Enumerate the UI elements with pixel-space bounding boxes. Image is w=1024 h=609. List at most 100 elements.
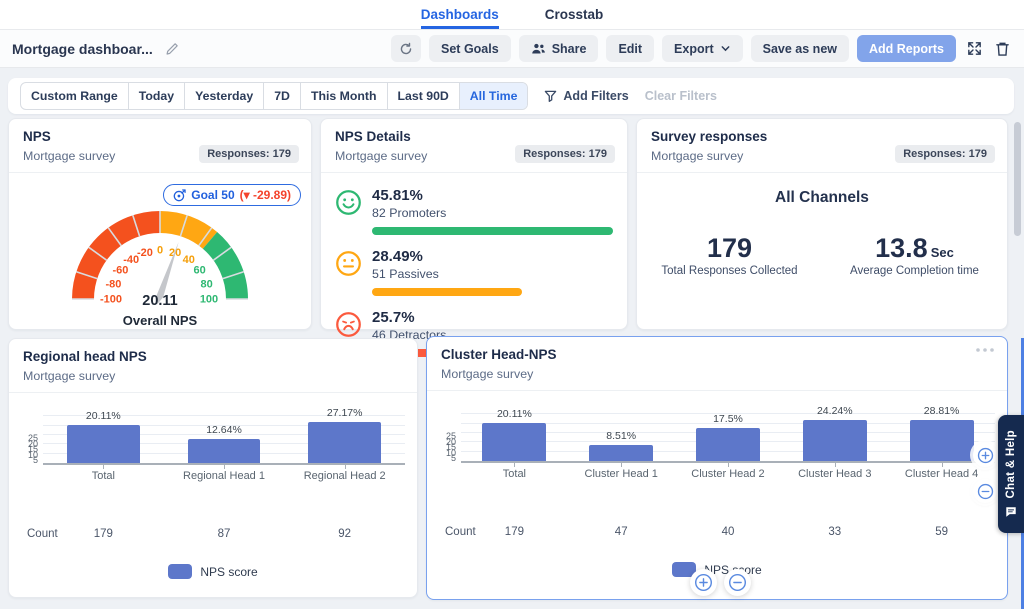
zoom-in-button[interactable] [690, 569, 717, 596]
svg-text:100: 100 [200, 294, 218, 306]
count-row-label: Count [27, 528, 58, 540]
stats-row: 179 Total Responses Collected 13.8 Sec Av… [637, 233, 1007, 277]
nps-details-card: NPS Details Mortgage survey Responses: 1… [320, 118, 628, 357]
stat-unit: Sec [930, 245, 954, 260]
share-button[interactable]: Share [518, 35, 599, 62]
svg-text:-60: -60 [112, 265, 128, 277]
card-subtitle: Mortgage survey [441, 367, 534, 381]
range-last-90d[interactable]: Last 90D [388, 83, 460, 109]
range-today[interactable]: Today [129, 83, 186, 109]
x-axis-label: Cluster Head 2 [675, 463, 782, 480]
side-zoom-out-button[interactable] [973, 479, 997, 503]
x-axis-label: Total [43, 465, 164, 482]
count-row: Count 179 87 92 [17, 528, 405, 540]
bar-value-label: 17.5% [713, 413, 743, 426]
range-this-month[interactable]: This Month [301, 83, 388, 109]
stat-label: Total Responses Collected [661, 265, 798, 277]
save-as-new-button[interactable]: Save as new [750, 35, 849, 62]
refresh-button[interactable] [391, 35, 422, 62]
count-value: 92 [338, 528, 352, 540]
bar-plot: 20.11% 8.51% 17.5% 24.24% 28.81% [461, 405, 995, 463]
dashboard-content: Custom Range Today Yesterday 7D This Month La… [0, 68, 1024, 609]
goal-delta: (▾ -29.89) [239, 188, 291, 202]
zoom-out-button[interactable] [724, 569, 751, 596]
card-title: NPS Details [335, 129, 411, 144]
count-value: 33 [828, 526, 842, 538]
card-title: Cluster Head-NPS [441, 347, 557, 362]
svg-text:Overall NPS: Overall NPS [123, 313, 198, 328]
bar-value-label: 27.17% [326, 407, 363, 419]
svg-text:-20: -20 [137, 247, 153, 259]
chart-legend: NPS score [9, 564, 417, 579]
clear-filters-button[interactable]: Clear Filters [645, 89, 717, 103]
count-value: 87 [217, 528, 231, 540]
nps-breakdown: 45.81% 82 Promoters 28.49% 51 Passives 25.7%… [321, 173, 627, 360]
edit-button[interactable]: Edit [606, 35, 655, 62]
bar-column-cluster-head-2: 17.5% [675, 405, 782, 461]
add-filters-button[interactable]: Add Filters [544, 89, 629, 103]
bar-column-total: 20.11% [461, 405, 568, 461]
expand-icon [968, 42, 981, 55]
chat-help-label: Chat & Help [1005, 429, 1017, 499]
zoom-in-icon [977, 447, 993, 463]
set-goals-button[interactable]: Set Goals [429, 35, 511, 62]
segment-bar [372, 227, 613, 235]
filter-funnel-icon [545, 90, 557, 102]
export-button[interactable]: Export [662, 35, 743, 62]
zoom-out-icon [728, 573, 747, 592]
count-row: Count 179 47 40 33 59 [435, 526, 995, 538]
segment-bar [372, 288, 522, 296]
bar [67, 425, 140, 463]
total-responses-stat: 179 Total Responses Collected [637, 233, 822, 277]
avg-completion-stat: 13.8 Sec Average Completion time [822, 233, 1007, 277]
stat-label: Average Completion time [850, 265, 979, 277]
toolbar-actions: Set Goals Share Edit Export Save as new … [391, 35, 1012, 62]
range-7d[interactable]: 7D [264, 83, 301, 109]
regional-bar-chart: 25 20 15 10 5 20.11% 12.64% 27.17% Total Regional… [9, 407, 417, 579]
more-options-button[interactable] [975, 347, 995, 353]
vertical-scrollbar[interactable] [1014, 122, 1021, 236]
card-title: NPS [23, 129, 51, 144]
goal-chip[interactable]: Goal 50 (▾ -29.89) [163, 184, 301, 206]
svg-text:-100: -100 [100, 294, 122, 306]
segment-label: 82 Promoters [372, 206, 447, 220]
bar-plot: 20.11% 12.64% 27.17% [43, 407, 405, 465]
delete-dashboard-button[interactable] [993, 41, 1012, 57]
goal-label: Goal 50 [191, 188, 235, 202]
side-zoom-in-button[interactable] [973, 443, 997, 467]
svg-text:60: 60 [193, 265, 205, 277]
bar-column-cluster-head-1: 8.51% [568, 405, 675, 461]
fullscreen-button[interactable] [964, 40, 985, 57]
regional-header: Regional head NPS Mortgage survey [9, 339, 417, 393]
add-reports-button[interactable]: Add Reports [857, 35, 956, 62]
cluster-bar-chart: 25 20 15 10 5 20.11% 8.51% 17.5% 24.24% 28.81% Tot… [427, 405, 1007, 577]
refresh-icon [400, 42, 412, 54]
responses-badge: Responses: 179 [895, 145, 995, 163]
range-custom-range[interactable]: Custom Range [21, 83, 129, 109]
chart-zoom-controls [690, 569, 751, 596]
range-all-time[interactable]: All Time [459, 83, 528, 109]
top-tab-bar: Dashboards Crosstab [0, 0, 1024, 30]
x-axis-label: Regional Head 2 [284, 465, 405, 482]
bar-value-label: 24.24% [816, 405, 853, 417]
zoom-out-icon [977, 483, 993, 499]
bar [909, 420, 974, 461]
channel-title: All Channels [775, 189, 869, 206]
nps-card-header: NPS Mortgage survey Responses: 179 [9, 119, 311, 173]
chat-and-help-tab[interactable]: Chat & Help [998, 415, 1024, 533]
count-value: 179 [93, 528, 113, 540]
tab-dashboards[interactable]: Dashboards [420, 0, 499, 29]
zoom-in-icon [694, 573, 713, 592]
tab-crosstab[interactable]: Crosstab [545, 0, 604, 29]
bar-column-regional-head-1: 12.64% [164, 407, 285, 463]
segment-percentage: 28.49% [372, 248, 423, 265]
regional-head-nps-card: Regional head NPS Mortgage survey 25 20 15… [8, 338, 418, 598]
card-subtitle: Mortgage survey [23, 369, 116, 383]
edit-title-pencil-icon[interactable] [163, 42, 181, 56]
nps-card: NPS Mortgage survey Responses: 179 Goal … [8, 118, 312, 330]
segment-label: 51 Passives [372, 267, 439, 281]
share-people-icon [531, 43, 545, 54]
svg-text:20.11: 20.11 [142, 293, 178, 309]
segment-percentage: 45.81% [372, 187, 423, 204]
range-yesterday[interactable]: Yesterday [185, 83, 265, 109]
